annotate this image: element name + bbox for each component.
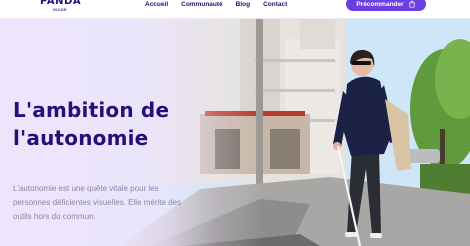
logo-wordmark: PANDA (40, 0, 82, 7)
hero-title-line1: L'ambition de (13, 98, 170, 122)
nav-link-contact[interactable]: Contact (263, 0, 287, 9)
nav-link-accueil[interactable]: Accueil (145, 0, 168, 9)
hero-title-line2: l'autonomie (13, 126, 149, 150)
hero-description: L'autonomie est une quête vitale pour le… (13, 184, 182, 221)
panda-guide-logo[interactable]: PANDA GUIDE (40, 0, 82, 16)
preorder-label: Précommander (356, 0, 404, 8)
logo-subtitle: GUIDE (52, 8, 68, 12)
nav-link-blog[interactable]: Blog (236, 0, 250, 9)
shopping-bag-icon (408, 0, 415, 8)
preorder-button[interactable]: Précommander (346, 0, 426, 11)
site-header: PANDA GUIDE Accueil Communauté Blog Cont… (0, 0, 470, 19)
hero-title: L'ambition de l'autonomie (13, 96, 233, 152)
hero-section: L'ambition de l'autonomie L'autonomie es… (0, 19, 470, 246)
main-nav: Accueil Communauté Blog Contact (145, 0, 300, 9)
nav-link-communaute[interactable]: Communauté (181, 0, 223, 9)
